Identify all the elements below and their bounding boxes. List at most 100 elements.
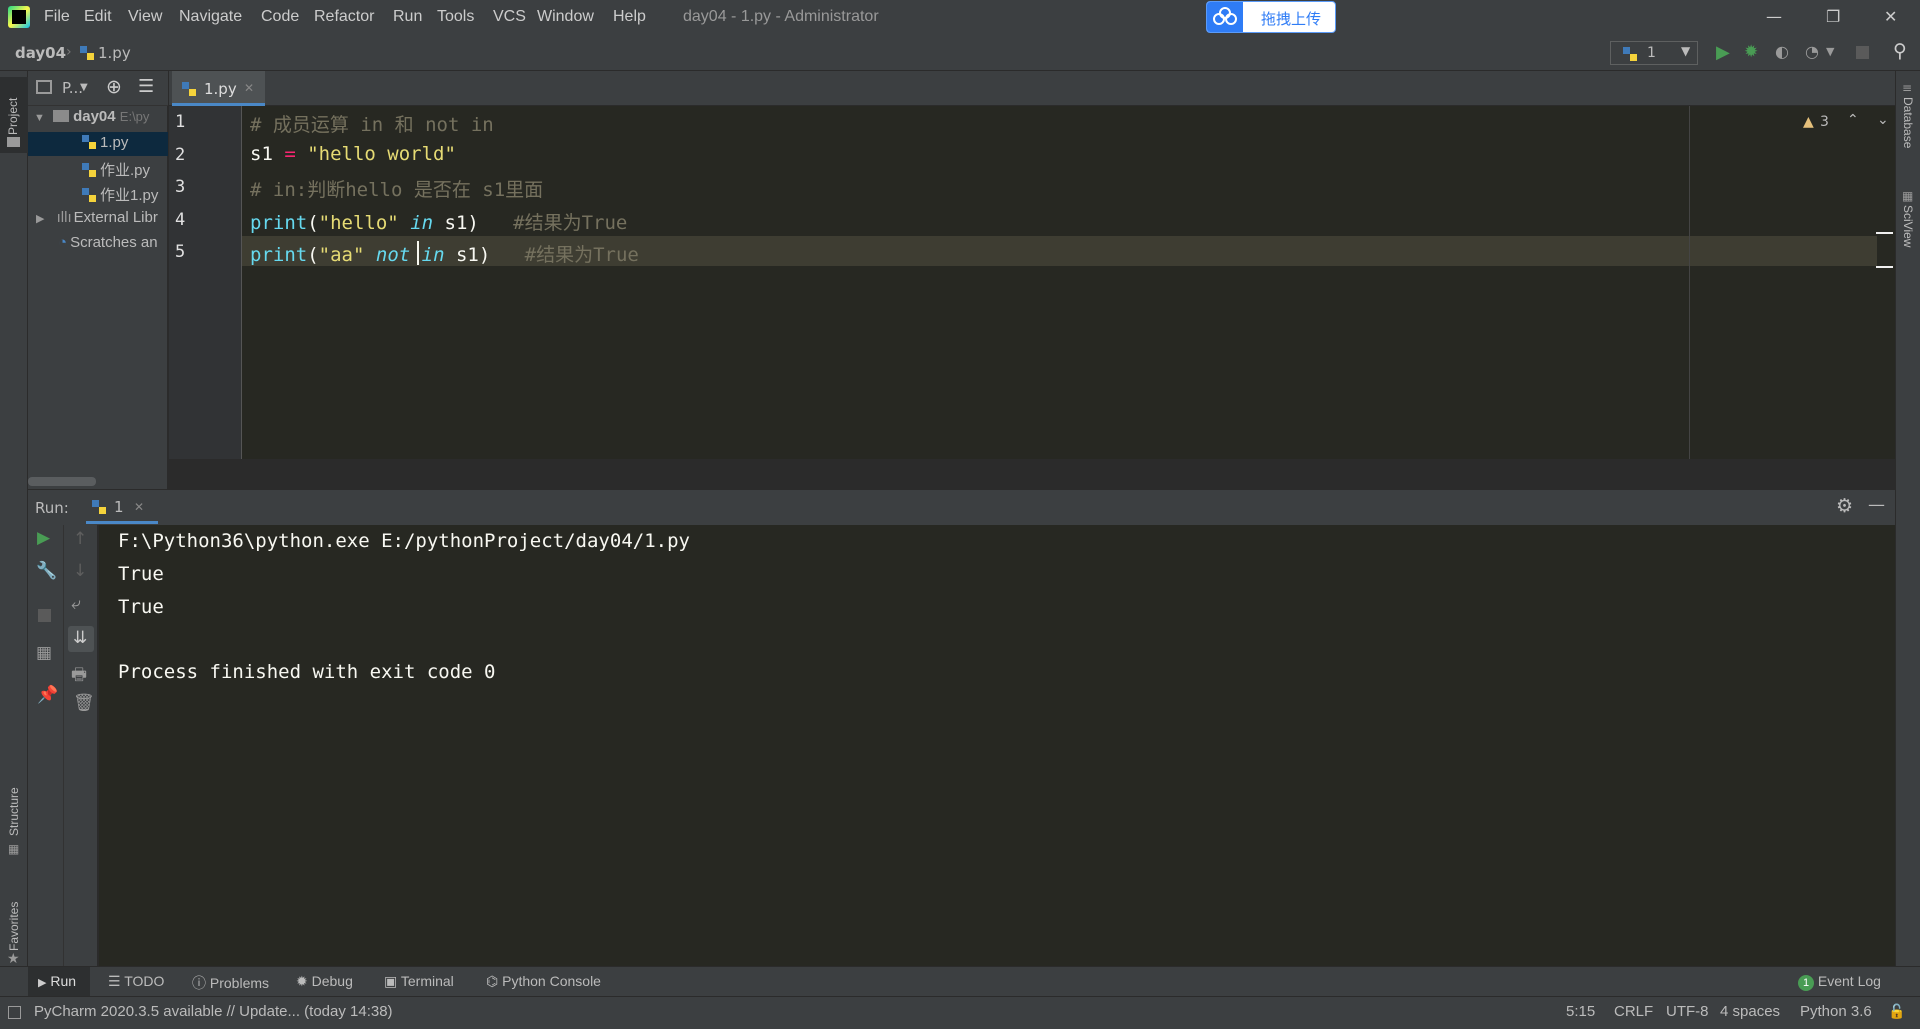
run-icon[interactable]: ▶ [1716,42,1730,63]
run-tab-label: 1 [114,498,124,516]
minimize-icon[interactable]: — [1766,7,1782,26]
print-icon[interactable]: 🖶 [71,662,87,691]
tree-item-scratches[interactable]: ◔ Scratches an [58,234,168,258]
lock-icon[interactable]: 🔓 [1888,1003,1905,1020]
menu-file[interactable]: File [44,8,70,26]
menu-tools[interactable]: Tools [437,8,474,26]
breadcrumb-project[interactable]: day04 [15,44,66,62]
breadcrumb-separator-icon: › [66,44,72,60]
tab-1-py[interactable]: 1.py ✕ [172,71,265,106]
wrench-icon[interactable]: 🔧 [36,561,57,581]
run-tool-tab[interactable]: ▶ Run [38,973,76,989]
editor-tab-bar [169,71,1895,106]
warning-count[interactable]: 3 [1820,114,1829,130]
code-editor[interactable]: ▲ 3 ⌃ ⌄ [242,106,1895,459]
layout-icon[interactable]: ▦ [36,643,52,663]
run-config-select[interactable]: 1 ▼ [1610,41,1698,65]
menu-window[interactable]: Window [537,8,594,26]
line-number: 2 [175,145,186,165]
previous-highlight-icon[interactable]: ⌃ [1847,112,1859,128]
python-interpreter[interactable]: Python 3.6 [1800,1003,1872,1020]
profile-icon[interactable]: ◔ [1805,42,1819,61]
menu-edit[interactable]: Edit [84,8,112,26]
restore-icon[interactable]: ❐ [1826,7,1840,26]
pin-icon[interactable]: 📌 [37,685,58,705]
tree-label: 作业1.py [100,187,159,204]
close-tab-icon[interactable]: ✕ [244,81,254,95]
menu-code[interactable]: Code [261,8,299,26]
trash-icon[interactable]: 🗑 [73,693,95,713]
tab-label: Run [50,973,77,989]
menu-help[interactable]: Help [613,8,646,26]
library-icon: ıllı [56,209,72,226]
code-token: s1) [444,244,525,266]
favorites-tool-button[interactable]: Favorites ★ [0,871,28,971]
menu-vcs[interactable]: VCS [493,8,526,26]
tree-item-day04[interactable]: ▼ day04 E:\py [34,108,149,132]
event-log-tool-tab[interactable]: 1 Event Log [1798,973,1881,991]
locate-icon[interactable]: ⊕ [106,76,122,98]
tree-item-homework-py[interactable]: 作业.py [82,159,150,183]
database-tool-button[interactable]: ≡ Database [1896,81,1920,161]
chevron-down-icon: ▼ [1681,44,1691,58]
menu-view[interactable]: View [128,8,162,26]
chevron-down-icon[interactable]: ▼ [80,82,88,93]
tree-item-external-libraries[interactable]: ▶ ıllı External Libr [36,209,168,233]
menu-run[interactable]: Run [393,8,422,26]
sciview-tool-button[interactable]: ▦ SciView [1896,189,1920,269]
console-output[interactable] [99,525,1895,966]
python-console-tool-tab[interactable]: ⌬ Python Console [486,973,601,990]
indent-setting[interactable]: 4 spaces [1720,1003,1780,1020]
todo-tool-tab[interactable]: ☰ TODO [108,973,164,990]
tab-label: Event Log [1817,973,1881,989]
collapse-all-icon[interactable]: ☰ [138,76,154,97]
navigation-bar: day04 › 1.py 1 ▼ ▶ ✹ ◐ ◔ ▼ ⚲ [0,36,1920,71]
problems-tool-tab[interactable]: ⓘ Problems [192,973,269,993]
bug-icon: ✹ [296,973,308,989]
close-tab-icon[interactable]: ✕ [134,500,144,514]
code-token: # in:判断hello 是否在 s1里面 [250,179,544,201]
profile-dropdown-icon[interactable]: ▼ [1826,45,1834,58]
menu-refactor[interactable]: Refactor [314,8,374,26]
caret-position[interactable]: 5:15 [1566,1003,1595,1020]
arrow-up-icon[interactable]: ↑ [73,529,87,549]
gear-icon[interactable]: ⚙ [1836,495,1853,517]
tree-item-1-py[interactable]: 1.py [82,134,128,158]
expand-arrow-icon[interactable]: ▶ [36,213,44,225]
close-icon[interactable]: ✕ [1884,7,1897,26]
structure-tool-button[interactable]: Structure ▦ [0,766,28,866]
tree-item-homework1-py[interactable]: 作业1.py [82,184,158,208]
soft-wrap-icon[interactable]: ⤶ [71,594,81,614]
next-highlight-icon[interactable]: ⌄ [1877,112,1889,128]
search-icon[interactable]: ⚲ [1893,40,1907,62]
scroll-marker [1876,232,1893,234]
line-number: 5 [175,242,186,262]
hide-panel-icon[interactable]: — [1868,495,1885,515]
line-separator[interactable]: CRLF [1614,1003,1653,1020]
horizontal-scrollbar[interactable] [28,477,96,486]
terminal-tool-tab[interactable]: ▣ Terminal [384,973,454,990]
expand-arrow-icon[interactable]: ▼ [34,112,45,124]
file-encoding[interactable]: UTF-8 [1666,1003,1709,1020]
tool-windows-icon[interactable] [8,1006,21,1019]
arrow-down-icon[interactable]: ↓ [73,561,87,581]
scroll-to-end-button[interactable]: ⇊ [68,626,94,652]
stop-icon[interactable] [1856,46,1869,59]
warning-icon[interactable]: ▲ [1803,114,1814,130]
stop-icon[interactable] [38,609,51,622]
upload-button[interactable]: 拖拽上传 [1206,1,1336,33]
structure-tool-label: Structure [7,787,21,836]
debug-tool-tab[interactable]: ✹ Debug [296,973,353,990]
debug-icon[interactable]: ✹ [1744,42,1758,62]
menu-navigate[interactable]: Navigate [179,8,242,26]
coverage-icon[interactable]: ◐ [1775,42,1789,61]
breadcrumb-file[interactable]: 1.py [80,44,131,62]
rerun-icon[interactable]: ▶ [37,528,50,548]
status-message[interactable]: PyCharm 2020.3.5 available // Update... … [34,1003,393,1020]
project-tool-button[interactable]: Project [0,77,28,153]
python-file-icon [80,46,94,60]
run-tab-1[interactable]: 1 ✕ [86,490,158,524]
code-token: s1 [250,143,273,165]
python-file-icon [82,163,96,177]
